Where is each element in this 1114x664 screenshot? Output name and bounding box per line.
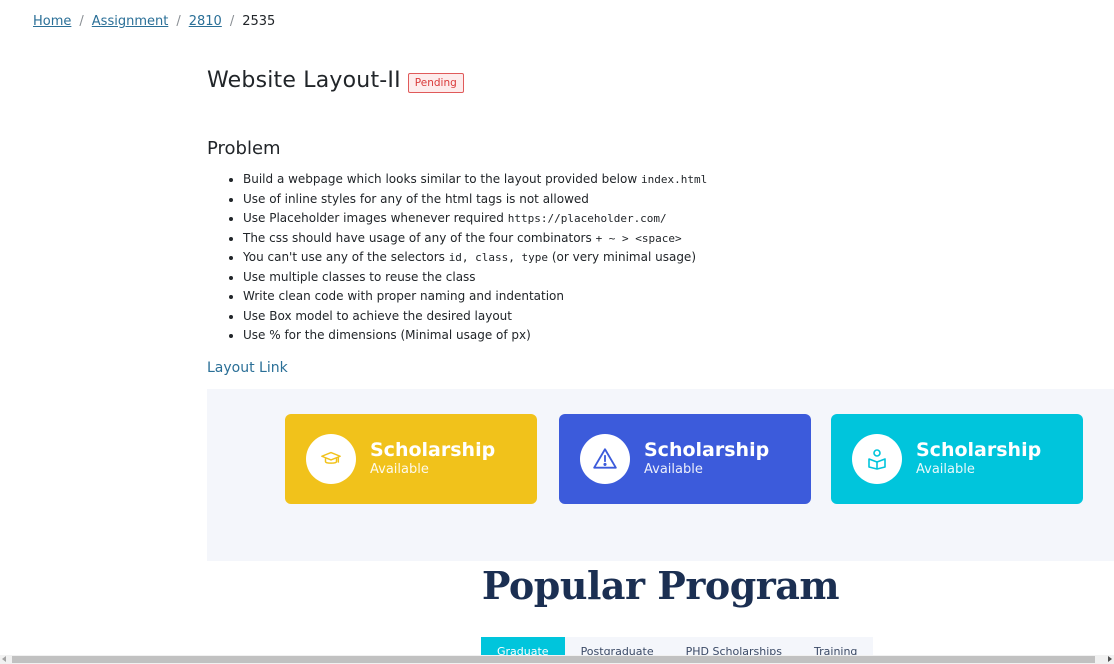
card-title: Scholarship [644, 439, 770, 461]
card-subtitle: Available [644, 462, 703, 477]
layout-preview-image: Scholarship Available Scholarship Availa… [207, 389, 1114, 561]
card-subtitle: Available [370, 462, 429, 477]
breadcrumb-home-link[interactable]: Home [33, 13, 71, 31]
page-header: Website Layout-II Pending [207, 68, 464, 93]
breadcrumb-separator: / [79, 14, 84, 29]
page-title: Website Layout-II [207, 68, 401, 93]
list-item-text: Use of inline styles for any of the html… [243, 191, 589, 206]
scholarship-card: Scholarship Available [559, 414, 811, 504]
list-item-text: The css should have usage of any of the … [243, 230, 596, 245]
list-item-code: id, class, type [448, 251, 549, 264]
list-item-code: https://placeholder.com/ [507, 212, 667, 225]
list-item: Use of inline styles for any of the html… [243, 190, 707, 210]
list-item-text: You can't use any of the selectors [243, 250, 449, 264]
popular-program-heading: Popular Program [481, 563, 840, 608]
card-subtitle: Available [916, 462, 975, 477]
breadcrumb: Home / Assignment / 2810 / 2535 [33, 13, 275, 31]
problem-heading: Problem [207, 138, 281, 159]
card-title: Scholarship [370, 439, 496, 461]
scholarship-card: Scholarship Available [285, 414, 537, 504]
warning-icon [580, 434, 630, 484]
scrollbar-thumb[interactable] [12, 656, 1095, 663]
scroll-right-arrow-icon[interactable] [1108, 656, 1112, 662]
list-item-text: Write clean code with proper naming and … [243, 289, 564, 303]
card-title: Scholarship [916, 439, 1042, 461]
scroll-left-arrow-icon[interactable] [2, 656, 6, 662]
status-badge: Pending [407, 72, 464, 93]
list-item: The css should have usage of any of the … [243, 229, 707, 249]
list-item-suffix: (or very minimal usage) [548, 250, 696, 264]
list-item-text: Use Box model to achieve the desired lay… [243, 308, 512, 323]
list-item: Write clean code with proper naming and … [243, 287, 707, 307]
scholarship-card: Scholarship Available [831, 414, 1083, 504]
list-item: You can't use any of the selectors id, c… [243, 248, 707, 268]
reading-person-icon [852, 434, 902, 484]
list-item-text: Use % for the dimensions (Minimal usage … [243, 328, 531, 342]
breadcrumb-separator: / [176, 14, 181, 29]
breadcrumb-2810-link[interactable]: 2810 [189, 13, 222, 31]
layout-link[interactable]: Layout Link [207, 360, 288, 376]
horizontal-scrollbar[interactable] [0, 655, 1114, 664]
problem-list: Build a webpage which looks similar to t… [207, 170, 707, 346]
list-item-text: Use Placeholder images whenever required [243, 211, 508, 225]
list-item: Build a webpage which looks similar to t… [243, 170, 707, 190]
list-item-code: + ~ > <space> [595, 231, 682, 245]
graduation-cap-icon [306, 434, 356, 484]
breadcrumb-separator: / [229, 14, 235, 29]
list-item-text: Build a webpage which looks similar to t… [243, 172, 641, 186]
list-item: Use % for the dimensions (Minimal usage … [243, 326, 707, 346]
breadcrumb-assignment-link[interactable]: Assignment [92, 13, 169, 31]
breadcrumb-current: 2535 [242, 14, 276, 29]
list-item-text: Use multiple classes to reuse the class [243, 269, 476, 284]
list-item-code: index.html [640, 173, 708, 186]
list-item: Use multiple classes to reuse the class [243, 268, 707, 288]
list-item: Use Placeholder images whenever required… [243, 209, 707, 229]
list-item: Use Box model to achieve the desired lay… [243, 307, 707, 327]
